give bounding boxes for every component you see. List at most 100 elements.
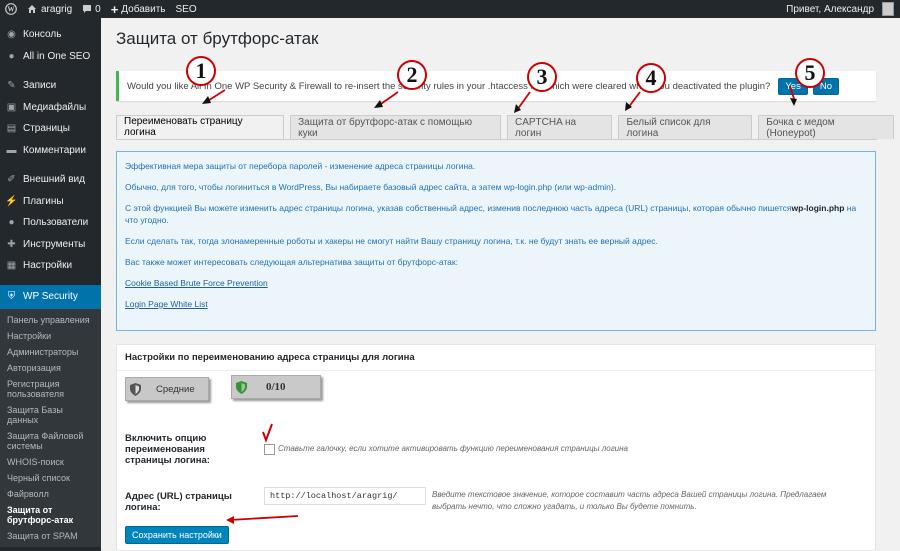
tab-whitelist[interactable]: Белый список для логина	[618, 115, 753, 139]
comments-link[interactable]: 0	[77, 0, 106, 18]
sidebar-item-wp-security[interactable]: ⛨ WP Security	[0, 284, 101, 309]
info-p3-bold: wp-login.php	[791, 203, 845, 213]
annotation-2: 2	[397, 60, 427, 90]
notice-text: Would you like All In One WP Security & …	[127, 80, 771, 92]
submenu-item-whois[interactable]: WHOIS-поиск	[0, 454, 101, 470]
sidebar-item-users[interactable]: ● Пользователи	[0, 212, 101, 234]
info-paragraph-3: С этой функцией Вы можете изменить адрес…	[125, 202, 867, 226]
admin-sidebar: ◉ Консоль ● All in One SEO ✎ Записи ▣ Медиаф…	[0, 18, 101, 551]
info-paragraph-5: Вас также может интересовать следующая а…	[125, 257, 458, 267]
comments-icon: ▬	[6, 144, 17, 156]
comment-icon	[83, 5, 92, 13]
appearance-icon: ✐	[7, 174, 16, 186]
shield-icon	[232, 376, 250, 398]
cookie-prevention-link[interactable]: Cookie Based Brute Force Prevention	[125, 278, 268, 288]
svg-text:W: W	[8, 6, 15, 14]
annotation-1: 1	[186, 56, 216, 86]
login-url-label: Адрес (URL) страницы логина:	[125, 491, 232, 513]
plus-icon: +	[110, 1, 119, 17]
login-url-input[interactable]: http://localhost/aragrig/	[264, 487, 426, 505]
enable-rename-description: Ставьте галочку, если хотите активироват…	[278, 444, 628, 453]
enable-rename-label: Включить опцию переименования страницы л…	[125, 433, 210, 466]
info-p3-start: С этой функцией Вы можете изменить адрес…	[125, 203, 792, 213]
media-icon: ▣	[6, 101, 17, 113]
sidebar-item-label: WP Security	[23, 291, 78, 302]
avatar[interactable]	[882, 2, 894, 16]
page-title: Защита от брутфорс-атак	[116, 29, 319, 48]
wp-security-submenu: Панель управления Настройки Администрато…	[0, 308, 101, 547]
submenu-item-settings[interactable]: Настройки	[0, 328, 101, 344]
greeting-text: Привет, Александр	[786, 3, 874, 15]
sidebar-item-label: Медиафайлы	[23, 101, 87, 113]
main-content: Защита от брутфорс-атак Would you like A…	[101, 18, 900, 551]
submenu-item-brute-force[interactable]: Защита от брутфорс-атак	[0, 502, 101, 528]
info-paragraph-1: Эффективная мера защиты от перебора паро…	[125, 161, 476, 171]
settings-icon: ▦	[6, 260, 17, 272]
shield-icon: ⛨	[7, 291, 16, 302]
tab-cookie-protection[interactable]: Защита от брутфорс-атак с помощью куки	[290, 115, 501, 139]
tab-bar: Переименовать страницу логина Защита от …	[116, 115, 900, 139]
sidebar-item-label: Записи	[23, 80, 57, 92]
add-new-label: Добавить	[121, 3, 166, 15]
sidebar-item-seo[interactable]: ● All in One SEO	[0, 46, 101, 68]
sidebar-item-posts[interactable]: ✎ Записи	[0, 75, 101, 97]
user-greeting[interactable]: Привет, Александр	[781, 0, 878, 18]
admin-bar: W aragrig 0 + Добавить SEO Привет, Алекс…	[0, 0, 900, 18]
dashboard-icon: ◉	[7, 29, 16, 41]
submenu-item-filesystem[interactable]: Защита Файловой системы	[0, 428, 101, 454]
home-icon	[28, 5, 36, 13]
pages-icon: ▤	[6, 123, 17, 135]
seo-icon: ●	[8, 50, 15, 62]
submenu-item-database[interactable]: Защита Базы данных	[0, 402, 101, 428]
submenu-item-login[interactable]: Авторизация	[0, 360, 101, 376]
save-settings-button[interactable]: Сохранить настройки	[125, 526, 229, 544]
enable-rename-checkbox[interactable]	[264, 444, 275, 455]
site-name-link[interactable]: aragrig	[22, 0, 77, 18]
settings-panel: Настройки по переименованию адреса стран…	[116, 344, 876, 551]
submenu-item-admins[interactable]: Администраторы	[0, 344, 101, 360]
site-name: aragrig	[41, 3, 73, 15]
tab-honeypot[interactable]: Бочка с медом (Honeypot)	[758, 115, 894, 139]
sidebar-item-label: Пользователи	[23, 217, 89, 229]
seo-link[interactable]: SEO	[171, 0, 202, 18]
security-level-text: Средние	[156, 383, 195, 395]
tab-captcha[interactable]: CAPTCHA на логин	[506, 115, 613, 139]
sidebar-item-label: Страницы	[23, 123, 70, 135]
pin-icon: ✎	[7, 80, 16, 92]
sidebar-item-appearance[interactable]: ✐ Внешний вид	[0, 169, 101, 191]
sidebar-item-plugins[interactable]: ⚡ Плагины	[0, 191, 101, 213]
sidebar-item-media[interactable]: ▣ Медиафайлы	[0, 97, 101, 119]
sidebar-item-comments[interactable]: ▬ Комментарии	[0, 140, 101, 162]
sidebar-item-dashboard[interactable]: ◉ Консоль	[0, 24, 101, 46]
submenu-item-spam[interactable]: Защита от SPAM	[0, 528, 101, 544]
annotation-4: 4	[636, 63, 666, 93]
login-url-description: Введите текстовое значение, которое сост…	[432, 490, 827, 511]
submenu-item-blacklist[interactable]: Черный список	[0, 470, 101, 486]
sidebar-item-label: Инструменты	[23, 238, 86, 250]
comments-count: 0	[95, 3, 101, 15]
submenu-item-dashboard[interactable]: Панель управления	[0, 312, 101, 328]
info-paragraph-4: Если сделать так, тогда злонамеренные ро…	[125, 236, 658, 246]
sidebar-item-settings[interactable]: ▦ Настройки	[0, 255, 101, 277]
tab-rename-login[interactable]: Переименовать страницу логина	[116, 115, 285, 139]
wordpress-logo-icon[interactable]: W	[0, 0, 22, 18]
plugins-icon: ⚡	[5, 195, 18, 207]
sidebar-item-label: Комментарии	[23, 144, 86, 156]
sidebar-item-label: Настройки	[23, 260, 73, 272]
seo-label: SEO	[175, 3, 197, 15]
sidebar-item-tools[interactable]: ✚ Инструменты	[0, 234, 101, 256]
url-prefix: http://localhost/aragrig/	[270, 491, 398, 501]
sidebar-item-label: Консоль	[23, 29, 62, 41]
sidebar-item-pages[interactable]: ▤ Страницы	[0, 118, 101, 140]
security-level-badge: Средние	[125, 377, 209, 401]
add-new-link[interactable]: + Добавить	[106, 0, 171, 18]
submenu-item-registration[interactable]: Регистрация пользователя	[0, 376, 101, 402]
users-icon: ●	[8, 217, 15, 229]
htaccess-notice: Would you like All In One WP Security & …	[116, 71, 876, 101]
tools-icon: ✚	[7, 238, 16, 250]
login-whitelist-link[interactable]: Login Page White List	[125, 299, 208, 309]
sidebar-item-label: Внешний вид	[23, 174, 85, 186]
submenu-item-firewall[interactable]: Файрволл	[0, 486, 101, 502]
shield-icon	[126, 378, 144, 400]
sidebar-item-label: Плагины	[23, 195, 64, 207]
